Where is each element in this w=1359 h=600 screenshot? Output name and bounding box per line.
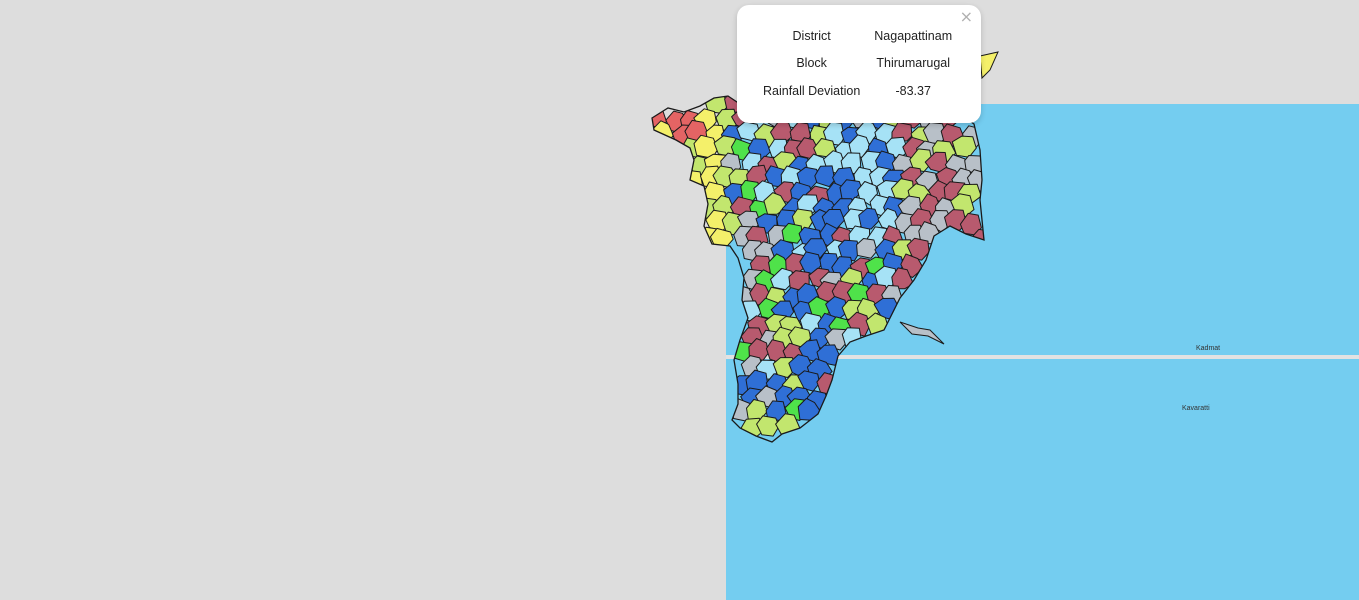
popup-table: District Nagapattinam Block Thirumarugal… — [757, 22, 958, 105]
popup-row-district: District Nagapattinam — [757, 22, 958, 50]
map-view[interactable]: Kadmat Kavaratti × District Nagapattinam… — [0, 0, 1359, 600]
popup-label: Block — [796, 56, 827, 71]
popup-value: Nagapattinam — [874, 28, 953, 43]
popup-value: Thirumarugal — [876, 56, 951, 71]
place-label-kavaratti: Kavaratti — [1182, 405, 1210, 412]
popup-value: -83.37 — [895, 83, 931, 98]
popup-label: District — [792, 28, 831, 43]
info-popup: × District Nagapattinam Block Thirumarug… — [737, 5, 981, 123]
popup-row-block: Block Thirumarugal — [757, 50, 958, 78]
tamil-nadu-rainfall-map[interactable] — [0, 0, 1359, 600]
block-polygon[interactable] — [856, 238, 878, 259]
close-icon[interactable]: × — [958, 7, 975, 27]
popup-row-rainfall-deviation: Rainfall Deviation -83.37 — [757, 77, 958, 105]
place-label-kadmat: Kadmat — [1196, 345, 1221, 352]
popup-label: Rainfall Deviation — [763, 83, 861, 98]
